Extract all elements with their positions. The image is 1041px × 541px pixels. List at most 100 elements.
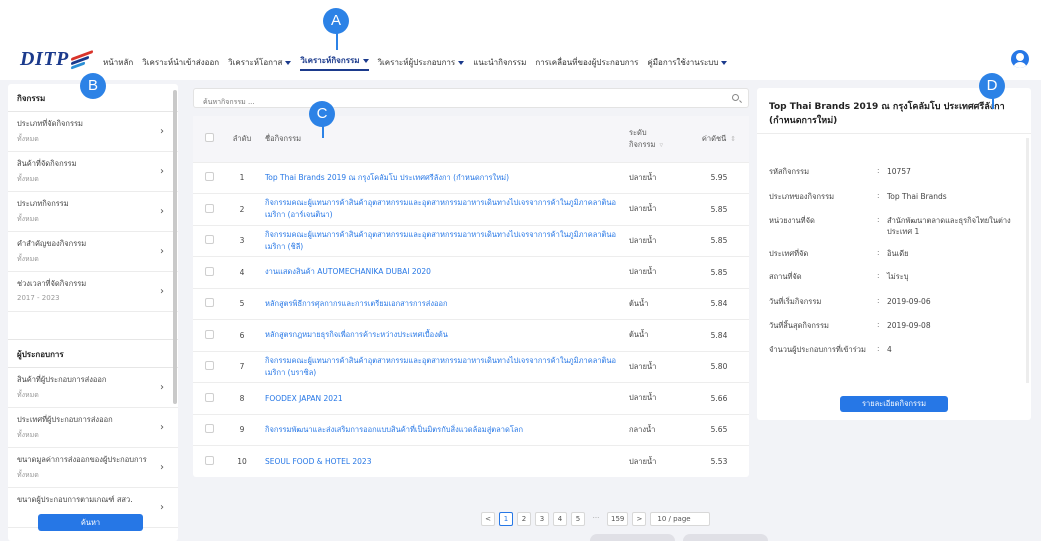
filter-item[interactable]: ขนาดมูลค่าการส่งออกของผู้ประกอบการ ทั้งหม… bbox=[8, 448, 178, 488]
select-all-checkbox[interactable] bbox=[204, 133, 214, 143]
chevron-right-icon: › bbox=[160, 382, 164, 393]
nav-item[interactable]: หน้าหลัก bbox=[103, 54, 133, 71]
detail-value: สำนักพัฒนาตลาดและธุรกิจไทยในต่างประเทศ 1 bbox=[887, 216, 1011, 236]
filter-item[interactable]: ช่วงเวลาที่จัดกิจกรรม 2017 - 2023 › bbox=[8, 272, 178, 312]
page-size-select[interactable]: 10 / page bbox=[650, 512, 711, 526]
page-ellipsis[interactable]: ··· bbox=[589, 512, 603, 526]
row-no: 4 bbox=[225, 256, 259, 288]
table-row[interactable]: 9 กิจกรรมพัฒนาและส่งเสริมการออกแบบสินค้าท… bbox=[193, 413, 749, 446]
row-score: 5.80 bbox=[689, 350, 749, 383]
row-level: กลางน้ำ bbox=[623, 413, 689, 446]
row-name-link[interactable]: กิจกรรมพัฒนาและส่งเสริมการออกแบบสินค้าที… bbox=[259, 413, 623, 446]
sort-icon[interactable]: ⇕ bbox=[730, 135, 736, 143]
nav-item[interactable]: วิเคราะห์นำเข้าส่งออก bbox=[142, 54, 219, 71]
detail-key: ประเภทของกิจกรรม bbox=[769, 192, 835, 201]
nav-item[interactable]: การเคลื่อนที่ของผู้ประกอบการ bbox=[535, 54, 638, 71]
col-score-header[interactable]: ค่าดัชนี ⇕ bbox=[689, 116, 749, 162]
nav-item[interactable]: วิเคราะห์โอกาส bbox=[228, 54, 292, 71]
table-row[interactable]: 7 กิจกรรมคณะผู้แทนการค้าสินค้าอุตสาหกรรมแ… bbox=[193, 350, 749, 383]
filter-item[interactable]: ประเทศที่ผู้ประกอบการส่งออก ทั้งหมด › bbox=[8, 408, 178, 448]
filter-item[interactable]: ประเภทที่จัดกิจกรรม ทั้งหมด › bbox=[8, 112, 178, 152]
activity-table: ลำดับ ชื่อกิจกรรม ระดับ กิจกรรม ▿ ค่าดัชน… bbox=[193, 116, 749, 477]
filter-item[interactable]: สินค้าที่ผู้ประกอบการส่งออก ทั้งหมด › bbox=[8, 368, 178, 408]
table-row[interactable]: 2 กิจกรรมคณะผู้แทนการค้าสินค้าอุตสาหกรรมแ… bbox=[193, 193, 749, 225]
filter-value: ทั้งหมด bbox=[17, 431, 39, 439]
detail-key: วันที่เริ่มกิจกรรม bbox=[769, 297, 822, 306]
nav-item[interactable]: วิเคราะห์กิจกรรม bbox=[300, 54, 369, 71]
row-name-link[interactable]: หลักสูตรพิธีการศุลกากรและการเตรียมเอกสาร… bbox=[259, 287, 623, 320]
row-name-link[interactable]: FOODEX JAPAN 2021 bbox=[259, 382, 623, 414]
table-row[interactable]: 5 หลักสูตรพิธีการศุลกากรและการเตรียมเอกสา… bbox=[193, 287, 749, 320]
detail-scrollbar[interactable] bbox=[1026, 138, 1029, 383]
search-icon[interactable] bbox=[732, 94, 739, 101]
page-prev-button[interactable]: < bbox=[481, 512, 495, 526]
nav-item-label: วิเคราะห์ผู้ประกอบการ bbox=[377, 58, 456, 67]
table-row[interactable]: 1 Top Thai Brands 2019 ณ กรุงโคลัมโบ ประเ… bbox=[193, 161, 749, 194]
row-checkbox[interactable] bbox=[204, 266, 214, 276]
col-level-header[interactable]: ระดับ กิจกรรม ▿ bbox=[623, 116, 689, 162]
table-row[interactable]: 4 งานแสดงสินค้า AUTOMECHANIKA DUBAI 2020 ป… bbox=[193, 256, 749, 288]
select-all-header bbox=[193, 116, 225, 162]
row-name-link[interactable]: กิจกรรมคณะผู้แทนการค้าสินค้าอุตสาหกรรมแล… bbox=[259, 193, 623, 225]
nav-item[interactable]: วิเคราะห์ผู้ประกอบการ bbox=[378, 54, 465, 71]
row-name-link[interactable]: Top Thai Brands 2019 ณ กรุงโคลัมโบ ประเท… bbox=[259, 161, 623, 194]
row-checkbox[interactable] bbox=[204, 392, 214, 402]
row-select-cell bbox=[193, 161, 225, 194]
sidebar-scrollbar[interactable] bbox=[173, 90, 177, 404]
ditp-logo[interactable]: DITP bbox=[20, 48, 95, 71]
row-select-cell bbox=[193, 382, 225, 414]
row-checkbox[interactable] bbox=[204, 329, 214, 339]
user-icon[interactable] bbox=[1011, 50, 1029, 68]
nav-item[interactable]: แนะนำกิจกรรม bbox=[473, 54, 526, 71]
row-checkbox[interactable] bbox=[204, 424, 214, 434]
row-no: 10 bbox=[225, 445, 259, 477]
page-last-button[interactable]: 159 bbox=[607, 512, 629, 526]
page-next-button[interactable]: > bbox=[632, 512, 647, 526]
row-checkbox[interactable] bbox=[204, 361, 214, 371]
table-row[interactable]: 3 กิจกรรมคณะผู้แทนการค้าสินค้าอุตสาหกรรมแ… bbox=[193, 224, 749, 257]
detail-colon: : bbox=[877, 296, 880, 305]
row-no: 6 bbox=[225, 319, 259, 351]
row-score: 5.84 bbox=[689, 319, 749, 351]
filter-item[interactable]: ประเภทกิจกรรม ทั้งหมด › bbox=[8, 192, 178, 232]
activity-search-input[interactable] bbox=[194, 93, 694, 111]
row-name-link[interactable]: SEOUL FOOD & HOTEL 2023 bbox=[259, 445, 623, 477]
filter-label: ประเภทกิจกรรม bbox=[17, 199, 69, 208]
row-name-link[interactable]: กิจกรรมคณะผู้แทนการค้าสินค้าอุตสาหกรรมแล… bbox=[259, 224, 623, 257]
filter-item[interactable]: คำสำคัญของกิจกรรม ทั้งหมด › bbox=[8, 232, 178, 272]
page-button[interactable]: 2 bbox=[517, 512, 531, 526]
row-name-link[interactable]: กิจกรรมคณะผู้แทนการค้าสินค้าอุตสาหกรรมแล… bbox=[259, 350, 623, 383]
footer-button[interactable] bbox=[590, 534, 675, 541]
filter-value: ทั้งหมด bbox=[17, 175, 39, 183]
activity-detail-button[interactable]: รายละเอียดกิจกรรม bbox=[840, 396, 948, 412]
page-button[interactable]: 1 bbox=[499, 512, 513, 526]
row-score: 5.65 bbox=[689, 413, 749, 446]
row-level: ปลายน้ำ bbox=[623, 193, 689, 225]
page-button[interactable]: 4 bbox=[553, 512, 567, 526]
section-operator-title: ผู้ประกอบการ bbox=[8, 340, 178, 368]
filter-icon[interactable]: ▿ bbox=[659, 141, 663, 149]
table-row[interactable]: 10 SEOUL FOOD & HOTEL 2023 ปลายน้ำ 5.53 bbox=[193, 445, 749, 477]
table-row[interactable]: 6 หลักสูตรกฎหมายธุรกิจเพื่อการค้าระหว่างป… bbox=[193, 319, 749, 351]
filter-search-button[interactable]: ค้นหา bbox=[38, 514, 143, 531]
chevron-down-icon bbox=[458, 60, 465, 65]
footer-button[interactable] bbox=[683, 534, 768, 541]
page-button[interactable]: 5 bbox=[571, 512, 585, 526]
row-name-link[interactable]: หลักสูตรกฎหมายธุรกิจเพื่อการค้าระหว่างปร… bbox=[259, 319, 623, 351]
row-checkbox[interactable] bbox=[204, 298, 214, 308]
row-checkbox[interactable] bbox=[204, 456, 214, 465]
row-checkbox[interactable] bbox=[204, 235, 214, 245]
row-level: ปลายน้ำ bbox=[623, 382, 689, 414]
row-checkbox[interactable] bbox=[204, 203, 214, 213]
table-row[interactable]: 8 FOODEX JAPAN 2021 ปลายน้ำ 5.66 bbox=[193, 382, 749, 414]
row-level: ปลายน้ำ bbox=[623, 224, 689, 257]
page-button[interactable]: 3 bbox=[535, 512, 549, 526]
row-select-cell bbox=[193, 445, 225, 477]
row-checkbox[interactable] bbox=[204, 172, 214, 182]
detail-key: ประเทศที่จัด bbox=[769, 249, 809, 258]
row-name-link[interactable]: งานแสดงสินค้า AUTOMECHANIKA DUBAI 2020 bbox=[259, 256, 623, 288]
filter-item[interactable]: สินค้าที่จัดกิจกรรม ทั้งหมด › bbox=[8, 152, 178, 192]
detail-key: จำนวนผู้ประกอบการที่เข้าร่วม bbox=[769, 345, 866, 354]
row-score: 5.95 bbox=[689, 161, 749, 194]
nav-item[interactable]: คู่มือการใช้งานระบบ bbox=[647, 54, 728, 71]
